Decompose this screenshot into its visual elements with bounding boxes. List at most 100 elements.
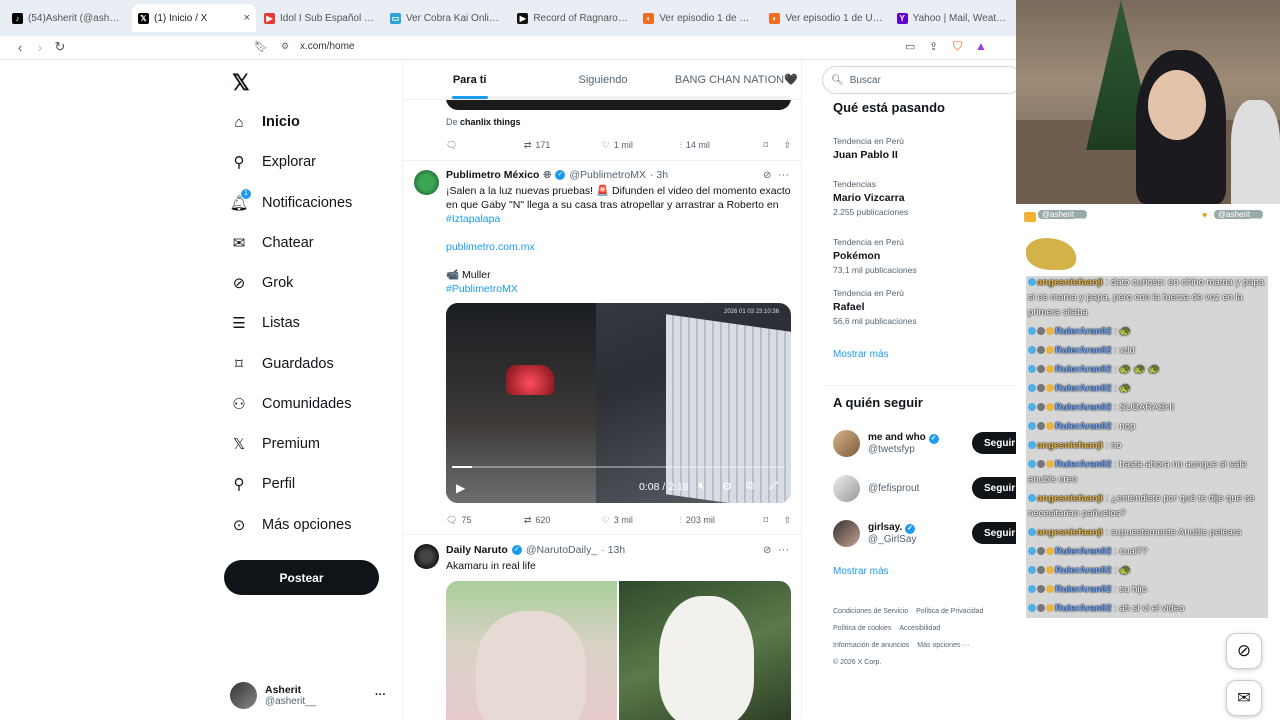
browser-tab[interactable]: ♪ (54)Asherit (@asherit_) |	[6, 4, 130, 32]
forward-icon[interactable]: ›	[30, 40, 50, 55]
search-input[interactable]: Buscar	[850, 75, 881, 86]
tweet-image-right[interactable]	[619, 581, 791, 720]
grok-icon[interactable]: ⊘	[763, 545, 771, 556]
tweet-avatar[interactable]	[414, 544, 439, 569]
grok-float-button[interactable]: ⊘	[1226, 633, 1262, 669]
tab-bang-chan-nation[interactable]: BANG CHAN NATION🖤	[670, 60, 801, 99]
tweet-image-left[interactable]	[446, 581, 617, 720]
reply-button[interactable]: 🗨︎ 75	[446, 515, 524, 526]
grok-icon[interactable]: ⊘	[763, 170, 771, 181]
follow-button[interactable]: Seguir	[972, 477, 1016, 499]
site-settings-icon[interactable]: ⚙	[281, 41, 289, 52]
browser-tab[interactable]: ◐ Ver episodio 1 de Undead	[763, 4, 888, 32]
hashtag-link[interactable]: #Iztapalapa	[446, 213, 500, 225]
footer-link[interactable]: Política de Privacidad	[916, 608, 983, 615]
pip-icon[interactable]: ⧉	[746, 480, 754, 493]
external-link[interactable]: publimetro.com.mx	[446, 241, 535, 253]
follow-button[interactable]: Seguir	[972, 522, 1016, 544]
mute-icon[interactable]: 🔇︎	[698, 480, 705, 493]
follow-button[interactable]: Seguir	[972, 432, 1016, 454]
brave-rewards-icon[interactable]: ▲	[975, 39, 987, 53]
browser-tab[interactable]: ▭ Ver Cobra Kai Online - Pe	[384, 4, 509, 32]
settings-icon[interactable]: ⚙	[722, 480, 732, 493]
account-switcher[interactable]: Asherit @asherit__ ···	[230, 677, 400, 713]
tab-following[interactable]: Siguiendo	[536, 60, 669, 99]
nav-item-chatear[interactable]: ✉ Chatear	[230, 231, 314, 255]
share-icon[interactable]: ⇧	[783, 140, 791, 151]
follow-name: me and who ✓	[868, 432, 939, 444]
nav-item-guardados[interactable]: ⌑ Guardados	[230, 352, 334, 376]
views-button[interactable]: ⫶ 14 mil	[680, 140, 764, 151]
x-logo-icon[interactable]: 𝕏	[232, 70, 250, 96]
video-player[interactable]: 2026 01 03 23:10:36 ▶ 0:08 / 2:18 🔇︎ ⚙ ⧉…	[446, 303, 791, 503]
bookmark-icon[interactable]: ⌑	[763, 140, 783, 151]
trends-show-more[interactable]: Mostrar más	[833, 349, 889, 360]
nav-item-explorar[interactable]: ⚲ Explorar	[230, 150, 317, 174]
play-icon[interactable]: ▶	[456, 481, 465, 495]
tweet-time[interactable]: · 3h	[650, 169, 668, 181]
views-button[interactable]: ⫶ 203 mil	[680, 515, 764, 526]
tab-title: Ver Cobra Kai Online - Pe	[406, 12, 503, 24]
hashtag-link[interactable]: #PublimetroMX	[446, 283, 518, 295]
like-button[interactable]: ♡ 3 mil	[602, 515, 680, 526]
browser-tab[interactable]: ◐ Ver episodio 1 de Vigilant	[637, 4, 761, 32]
footer-link[interactable]: Condiciones de Servicio	[833, 608, 908, 615]
reload-icon[interactable]: ↻	[50, 39, 70, 55]
footer-link[interactable]: Accesibilidad	[899, 625, 940, 632]
reply-button[interactable]: 🗨︎	[446, 140, 524, 151]
chat-text: SUBARASHI	[1119, 402, 1175, 413]
author-name[interactable]: Publimetro México	[446, 169, 539, 181]
messages-float-button[interactable]: ✉	[1226, 680, 1262, 716]
url-field[interactable]: x.com/home	[300, 41, 354, 52]
retweet-button[interactable]: ⇄ 171	[524, 140, 602, 151]
badge-icon	[1037, 327, 1045, 336]
post-button[interactable]: Postear	[224, 560, 379, 595]
trend-item[interactable]: Tendencia en Perú Juan Pablo II	[833, 136, 1013, 161]
tweet-avatar[interactable]	[414, 170, 439, 195]
footer-link[interactable]: Más opciones ···	[917, 642, 969, 649]
share-icon[interactable]: ⇧	[783, 515, 791, 526]
nav-item-inicio[interactable]: ⌂ Inicio	[230, 110, 299, 134]
share-icon[interactable]: ⇪	[929, 40, 938, 53]
nav-label: Más opciones	[262, 517, 352, 533]
video-progress-track[interactable]	[452, 466, 785, 468]
back-icon[interactable]: ‹	[10, 40, 30, 55]
tweet-time[interactable]: · 13h	[601, 544, 625, 556]
nav-item-premium[interactable]: 𝕏 Premium	[230, 432, 320, 456]
nav-item-comunidades[interactable]: ⚇ Comunidades	[230, 392, 351, 416]
browser-tab[interactable]: 𝕏 (1) Inicio / X ×	[132, 4, 256, 32]
browser-tab[interactable]: ▶ Record of Ragnarok: Shu	[511, 4, 635, 32]
tab-for-you[interactable]: Para ti	[403, 60, 536, 99]
nav-item-perfil[interactable]: ⚲ Perfil	[230, 472, 296, 496]
nav-item-listas[interactable]: ☰ Listas	[230, 311, 300, 335]
via-line: De chanlix things	[446, 117, 521, 127]
search-box[interactable]: 🔍︎ Buscar	[822, 66, 1016, 94]
retweet-button[interactable]: ⇄ 620	[524, 515, 602, 526]
like-button[interactable]: ♡ 1 mil	[602, 140, 680, 151]
fullscreen-icon[interactable]: ⤢	[769, 480, 778, 493]
bookmark-page-icon[interactable]: 🔖︎	[254, 40, 268, 53]
trend-item[interactable]: Tendencias Mario Vizcarra 2.255 publicacio…	[833, 179, 1013, 217]
more-icon[interactable]: ···	[778, 544, 789, 556]
author-handle[interactable]: @PublimetroMX	[569, 169, 646, 181]
trend-item[interactable]: Tendencia en Perú Rafael 56,6 mil publicac…	[833, 288, 1013, 326]
browser-tab[interactable]: ▶ Idol I Sub Español • Dora	[258, 4, 382, 32]
follow-show-more[interactable]: Mostrar más	[833, 566, 889, 577]
more-icon[interactable]: ···	[778, 169, 789, 181]
nav-item-notificaciones[interactable]: 🔔︎ 1 Notificaciones	[229, 189, 352, 215]
nav-item-grok[interactable]: ⊘ Grok	[230, 271, 294, 295]
footer-link[interactable]: Información de anuncios	[833, 642, 909, 649]
footer-link[interactable]: Política de cookies	[833, 625, 891, 632]
close-icon[interactable]: ×	[244, 12, 250, 24]
brave-shield-icon[interactable]: ⛉	[953, 39, 962, 54]
author-name[interactable]: Daily Naruto	[446, 544, 508, 556]
nav-item-m-s-opciones[interactable]: ⊙ Más opciones	[230, 513, 352, 537]
screen-icon[interactable]: ▭	[905, 40, 915, 53]
author-handle[interactable]: @NarutoDaily_	[526, 544, 597, 556]
more-icon[interactable]: ···	[375, 689, 386, 701]
chat-message: RulerAran02 : su hijo	[1028, 582, 1268, 597]
via-name[interactable]: chanlix things	[460, 117, 521, 127]
trend-item[interactable]: Tendencia en Perú Pokémon 73,1 mil publica…	[833, 237, 1013, 275]
browser-tab[interactable]: Y Yahoo | Mail, Weather, Se	[891, 4, 1016, 32]
bookmark-icon[interactable]: ⌑	[763, 515, 783, 526]
